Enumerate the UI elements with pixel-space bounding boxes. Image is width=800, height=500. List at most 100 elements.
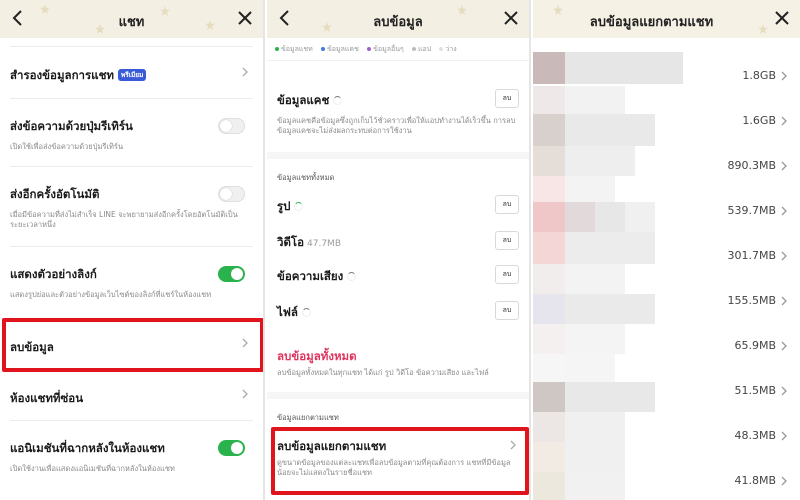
chat-size-row[interactable]: 301.7MB — [727, 249, 776, 262]
row-label: แสดงตัวอย่างลิงก์ — [10, 267, 97, 281]
chat-size-row[interactable]: 890.3MB — [727, 159, 776, 172]
loading-spinner-icon — [294, 202, 304, 211]
delete-by-chat-panel: ลบข้อมูลแยกตามแชท 1.8GB 1.6GB 890.3MB 53… — [533, 0, 800, 500]
auto-resend-toggle[interactable] — [218, 186, 245, 202]
close-icon[interactable] — [772, 8, 792, 28]
chevron-right-icon — [781, 116, 787, 126]
chat-size-row[interactable]: 48.3MB — [734, 429, 776, 442]
delete-data-panel: ลบข้อมูล ข้อมูลแชท ข้อมูลแคช ข้อมูลอื่นๆ… — [267, 0, 531, 500]
close-icon[interactable] — [501, 8, 521, 28]
legend-dot — [275, 46, 279, 51]
send-with-return-row: ส่งข้อความด้วยปุ่มรีเทิร์น เปิดใช้เพื่อส… — [10, 118, 253, 154]
per-chat-description: ดูขนาดข้อมูลของแต่ละแชทเพื่อลบข้อมูลตามท… — [277, 458, 511, 477]
chevron-right-icon — [242, 67, 248, 77]
per-chat-heading: ข้อมูลแยกตามแชท — [277, 413, 339, 422]
backup-chat-row[interactable]: สำรองข้อมูลการแชท พรีเมียม — [10, 64, 253, 84]
delete-files-button[interactable]: ลบ — [495, 301, 519, 320]
hidden-chats-row[interactable]: ห้องแชทที่ซ่อน — [10, 387, 253, 407]
chat-size-row[interactable]: 1.6GB — [742, 114, 776, 127]
row-description: เมื่อมีข้อความที่ส่งไม่สำเร็จ LINE จะพยา… — [10, 210, 238, 229]
row-label: ส่งอีกครั้งอัตโนมัติ — [10, 187, 100, 201]
auto-resend-row: ส่งอีกครั้งอัตโนมัติ เมื่อมีข้อความที่ส่… — [10, 186, 253, 232]
voice-messages-item: ข้อความเสียง — [277, 268, 357, 286]
storage-legend: ข้อมูลแชท ข้อมูลแคช ข้อมูลอื่นๆ แอป ว่าง — [275, 44, 457, 55]
row-description: เปิดใช้เพื่อส่งข้อความด้วยปุ่มรีเทิร์น — [10, 142, 124, 151]
row-label: ส่งข้อความด้วยปุ่มรีเทิร์น — [10, 119, 133, 133]
legend-dot — [321, 46, 326, 51]
row-description: เปิดใช้งานเพื่อแสดงแอนิเมชันที่ฉากหลังใน… — [10, 464, 175, 473]
link-preview-row: แสดงตัวอย่างลิงก์ แสดงรูปย่อและตัวอย่างข… — [10, 266, 253, 302]
section-separator — [267, 152, 529, 159]
loading-spinner-icon — [333, 96, 343, 105]
chevron-right-icon — [781, 71, 787, 81]
chat-size-row[interactable]: 41.8MB — [734, 474, 776, 487]
cache-label: ข้อมูลแคช — [277, 93, 330, 107]
cache-description: ข้อมูลแคชคือข้อมูลซึ่งถูกเก็บไว้ชั่วคราว… — [277, 116, 516, 135]
send-with-return-toggle[interactable] — [218, 118, 245, 134]
divider — [10, 46, 253, 47]
delete-all-data-button[interactable]: ลบข้อมูลทั้งหมด — [277, 348, 357, 366]
delete-videos-button[interactable]: ลบ — [495, 231, 519, 250]
chat-size-row[interactable]: 539.7MB — [727, 204, 776, 217]
chevron-right-icon — [781, 476, 787, 486]
item-label: รูป — [277, 199, 291, 213]
chevron-right-icon — [781, 251, 787, 261]
divider — [10, 420, 253, 421]
delete-photos-button[interactable]: ลบ — [495, 195, 519, 214]
chevron-right-icon — [242, 338, 248, 348]
item-label: ข้อความเสียง — [277, 269, 344, 283]
chevron-right-icon — [242, 389, 248, 399]
divider — [10, 246, 253, 247]
legend-item: ข้อมูลแชท — [281, 45, 313, 53]
item-label: วิดีโอ — [277, 235, 305, 249]
chevron-right-icon — [781, 431, 787, 441]
row-label: ห้องแชทที่ซ่อน — [10, 391, 84, 405]
files-item: ไฟล์ — [277, 304, 311, 322]
background-animation-row: แอนิเมชันที่ฉากหลังในห้องแชท เปิดใช้งานเ… — [10, 440, 253, 476]
delete-all-description: ลบข้อมูลทั้งหมดในทุกแชท ได้แก่ รูป วิดีโ… — [277, 368, 489, 377]
all-chat-data-heading: ข้อมูลแชททั้งหมด — [277, 173, 335, 182]
chevron-right-icon — [781, 341, 787, 351]
delete-voice-button[interactable]: ลบ — [495, 265, 519, 284]
chat-settings-panel: แชท สำรองข้อมูลการแชท พรีเมียม ส่งข้อความ… — [0, 0, 265, 500]
chat-size-row[interactable]: 51.5MB — [734, 384, 776, 397]
delete-data-row[interactable]: ลบข้อมูล — [10, 336, 253, 356]
chevron-right-icon — [781, 386, 787, 396]
page-title: ลบข้อมูลแยกตามแชท — [589, 15, 714, 30]
chat-size-row[interactable]: 1.8GB — [742, 69, 776, 82]
chat-size-row[interactable]: 155.5MB — [727, 294, 776, 307]
row-description: แสดงรูปย่อและตัวอย่างข้อมูลเว็บไซต์ของลิ… — [10, 290, 212, 299]
legend-dot — [439, 46, 444, 51]
section-separator — [267, 392, 529, 399]
item-size: 47.7MB — [307, 239, 341, 249]
header: แชท — [0, 0, 263, 38]
row-label: ลบข้อมูล — [10, 340, 54, 354]
legend-dot — [411, 46, 416, 51]
chevron-right-icon — [781, 161, 787, 171]
background-animation-toggle[interactable] — [218, 440, 245, 456]
link-preview-toggle[interactable] — [218, 266, 245, 282]
legend-item: แอป — [417, 45, 432, 53]
divider — [10, 166, 253, 167]
delete-per-chat-row[interactable]: ลบข้อมูลแยกตามแชท — [277, 438, 386, 456]
close-icon[interactable] — [235, 8, 255, 28]
premium-badge: พรีเมียม — [117, 69, 147, 81]
header: ลบข้อมูลแยกตามแชท — [533, 0, 800, 38]
item-label: ไฟล์ — [277, 305, 298, 319]
page-title: ลบข้อมูล — [373, 15, 423, 30]
divider — [267, 60, 529, 61]
row-label: แอนิเมชันที่ฉากหลังในห้องแชท — [10, 441, 165, 455]
photos-item: รูป — [277, 198, 304, 216]
delete-cache-button[interactable]: ลบ — [495, 89, 519, 108]
loading-spinner-icon — [301, 308, 311, 317]
chat-size-row[interactable]: 65.9MB — [734, 339, 776, 352]
divider — [10, 98, 253, 99]
page-title: แชท — [118, 15, 145, 30]
loading-spinner-icon — [347, 272, 357, 281]
cache-title: ข้อมูลแคช — [277, 92, 343, 110]
pixelated-chat-list-image — [533, 38, 763, 500]
legend-item: ข้อมูลอื่นๆ — [373, 45, 404, 53]
legend-item: ว่าง — [445, 45, 457, 53]
chevron-right-icon — [781, 296, 787, 306]
legend-item: ข้อมูลแคช — [327, 45, 359, 53]
